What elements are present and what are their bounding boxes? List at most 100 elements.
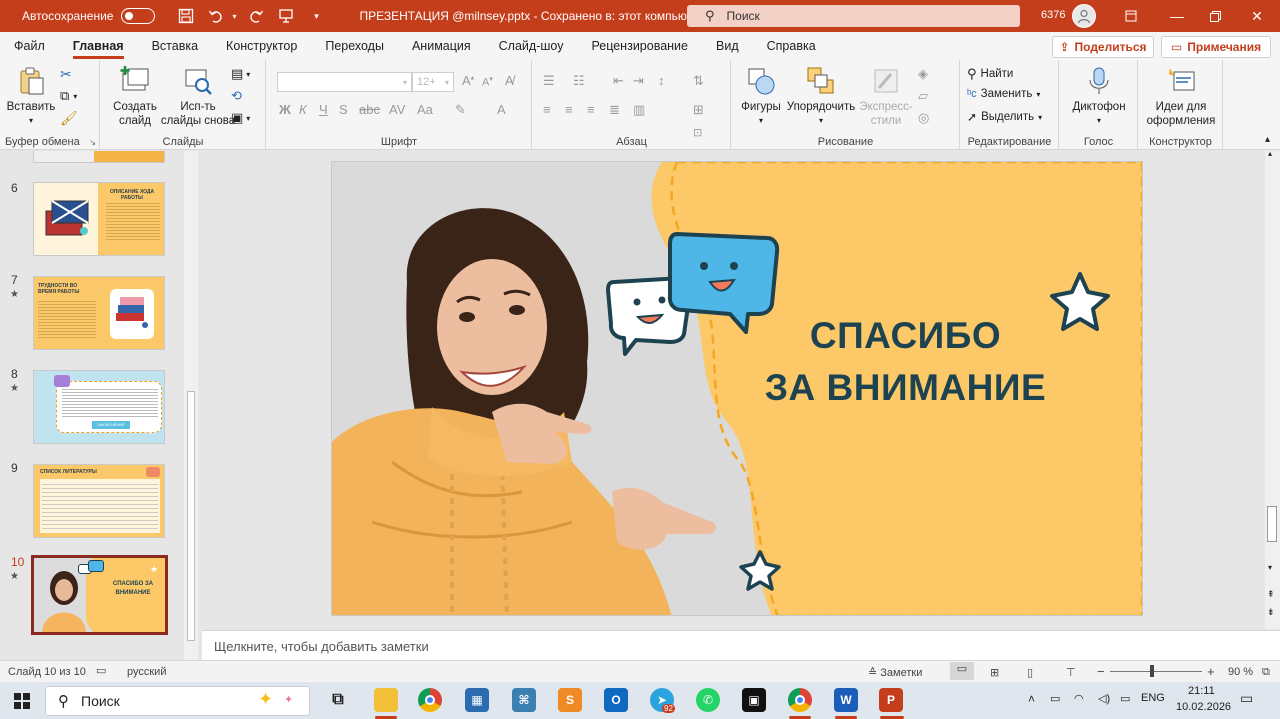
strikethrough-icon[interactable]: abc	[359, 102, 380, 117]
grow-font-icon[interactable]: A▴	[462, 73, 474, 88]
tab-5[interactable]: Анимация	[398, 32, 485, 60]
shrink-font-icon[interactable]: A▾	[482, 75, 493, 89]
ribbon-display-icon[interactable]	[1108, 0, 1154, 32]
volume-icon[interactable]: ◁)	[1098, 692, 1110, 705]
find-button[interactable]: ⚲ Найти	[967, 66, 1013, 82]
slide-thumbnail-6[interactable]: ОПИСАНИЕ ХОДА РАБОТЫ	[33, 182, 165, 256]
shapes-button[interactable]: Фигуры ▾	[738, 66, 784, 128]
font-size-select[interactable]: 12+ ▾	[412, 72, 454, 92]
normal-view-icon[interactable]: ▭	[950, 662, 974, 680]
tab-8[interactable]: Вид	[702, 32, 753, 60]
zoom-slider-handle[interactable]	[1150, 665, 1154, 677]
customize-toolbar-icon[interactable]: ▾	[303, 3, 329, 29]
slide-thumbnail-9[interactable]: СПИСОК ЛИТЕРАТУРЫ	[33, 464, 165, 538]
tab-2[interactable]: Вставка	[138, 32, 212, 60]
sublime-icon[interactable]: S	[558, 688, 582, 712]
zoom-slider[interactable]	[1110, 671, 1202, 672]
collapse-ribbon-icon[interactable]: ▴	[1265, 134, 1270, 145]
zoom-in-icon[interactable]: +	[1207, 664, 1215, 679]
shadow-icon[interactable]: S	[339, 102, 348, 117]
zoom-level[interactable]: 90 %	[1228, 666, 1253, 678]
paste-button[interactable]: Вставить ▾	[6, 66, 56, 128]
network-icon[interactable]: ▭	[1050, 692, 1060, 705]
whatsapp-icon[interactable]: ✆	[696, 688, 720, 712]
tray-overflow-icon[interactable]: ˄	[1028, 692, 1035, 706]
python-ide-icon[interactable]: ⌘	[512, 688, 536, 712]
store-icon[interactable]: ▦	[465, 688, 489, 712]
fit-slide-icon[interactable]: ⧉	[1262, 666, 1270, 679]
dictate-button[interactable]: Диктофон ▾	[1070, 66, 1128, 128]
chrome-icon[interactable]	[418, 688, 442, 712]
arrange-button[interactable]: Упорядочить ▾	[786, 66, 856, 128]
maximize-button[interactable]	[1192, 0, 1238, 32]
slideshow-icon[interactable]: ⊤	[1066, 666, 1076, 679]
highlight-icon[interactable]: ✎	[455, 102, 466, 118]
file-explorer-icon[interactable]	[374, 688, 398, 712]
clear-format-icon[interactable]: A̸	[505, 73, 514, 88]
change-case-icon[interactable]: Aa	[417, 102, 433, 117]
thumbnails-scrollbar[interactable]	[184, 151, 198, 660]
align-center-icon[interactable]: ≡	[565, 102, 573, 117]
wifi-icon[interactable]: ◠	[1074, 692, 1084, 705]
zoom-out-icon[interactable]: −	[1097, 664, 1105, 679]
layout-button[interactable]: ▤ ▾	[231, 66, 250, 82]
select-button[interactable]: ➚ Выделить ▾	[967, 110, 1042, 124]
autosave-toggle[interactable]	[121, 8, 156, 24]
undo-icon[interactable]	[203, 3, 229, 29]
align-left-icon[interactable]: ≡	[543, 102, 551, 117]
notes-pane[interactable]: Щелкните, чтобы добавить заметки	[202, 630, 1280, 660]
dialog-launcher-icon[interactable]: ↘	[89, 138, 96, 147]
notes-toggle-button[interactable]: ≙ Заметки	[868, 666, 922, 679]
outlook-icon[interactable]: O	[604, 688, 628, 712]
powerpoint-icon[interactable]: P	[879, 688, 903, 712]
tab-3[interactable]: Конструктор	[212, 32, 311, 60]
font-color-icon[interactable]: A	[497, 102, 506, 117]
line-spacing-icon[interactable]: ↕	[658, 73, 665, 88]
spacing-icon[interactable]: AV	[389, 102, 405, 117]
slide-thumbnail-7[interactable]: ТРУДНОСТИ ВО ВРЕМЯ РАБОТЫ	[33, 276, 165, 350]
avatar[interactable]	[1072, 4, 1096, 28]
align-text-icon[interactable]: ⊞	[693, 102, 704, 118]
shape-fill-icon[interactable]: ◈	[918, 66, 928, 82]
align-right-icon[interactable]: ≡	[587, 102, 595, 117]
cut-button[interactable]: ✂	[60, 66, 72, 83]
bullets-icon[interactable]: ☰	[543, 73, 555, 89]
reuse-slides-button[interactable]: Исп-ть слайды снова	[161, 66, 235, 128]
font-family-select[interactable]: ▾	[277, 72, 412, 92]
document-title[interactable]: ПРЕЗЕНТАЦИЯ @milnsey.pptx - Сохранено в:…	[359, 9, 705, 23]
slide-sorter-icon[interactable]: ⊞	[990, 666, 999, 679]
tab-0[interactable]: Файл	[0, 32, 59, 60]
clock-date[interactable]: 10.02.2026	[1176, 701, 1231, 713]
decrease-indent-icon[interactable]: ⇤	[613, 73, 624, 89]
redo-icon[interactable]	[243, 3, 269, 29]
tab-9[interactable]: Справка	[753, 32, 830, 60]
language-indicator[interactable]: русский	[127, 666, 166, 678]
scrollbar-thumb[interactable]	[1267, 506, 1277, 542]
next-slide-icon[interactable]: ⇟	[1267, 607, 1275, 618]
copy-button[interactable]: ⧉ ▾	[60, 88, 77, 104]
search-input[interactable]: ⚲ Поиск	[687, 5, 1020, 27]
scroll-down-icon[interactable]: ▾	[1268, 563, 1272, 572]
reset-slide-button[interactable]: ⟲	[231, 88, 242, 104]
tab-4[interactable]: Переходы	[311, 32, 398, 60]
replace-button[interactable]: ᵇc Заменить ▾	[967, 88, 1040, 100]
windows-start-icon[interactable]	[14, 693, 30, 709]
undo-dropdown-icon[interactable]: ▾	[229, 3, 239, 29]
slide-title[interactable]: СПАСИБО ЗА ВНИМАНИЕ	[718, 310, 1093, 414]
accessibility-icon[interactable]: ▭	[96, 664, 106, 677]
chrome-icon[interactable]	[788, 688, 812, 712]
clock-time[interactable]: 21:11	[1188, 685, 1215, 697]
word-icon[interactable]: W	[834, 688, 858, 712]
share-button[interactable]: ⇪ Поделиться	[1052, 36, 1154, 58]
justify-icon[interactable]: ≣	[609, 102, 620, 118]
quick-styles-button[interactable]: Экспресс- стили	[856, 66, 916, 128]
slide-scrollbar[interactable]: ▴ ▾ ⇞ ⇟	[1265, 149, 1280, 629]
scrollbar-thumb[interactable]	[187, 391, 195, 641]
design-ideas-button[interactable]: Идеи для оформления	[1143, 66, 1219, 128]
close-button[interactable]: ✕	[1234, 0, 1280, 32]
reading-view-icon[interactable]: ▯	[1027, 666, 1033, 679]
slide-thumbnail-5[interactable]	[33, 151, 165, 163]
notion-icon[interactable]: ▣	[742, 688, 766, 712]
shape-effects-icon[interactable]: ◎	[918, 110, 929, 126]
comments-button[interactable]: ▭ Примечания	[1161, 36, 1271, 58]
